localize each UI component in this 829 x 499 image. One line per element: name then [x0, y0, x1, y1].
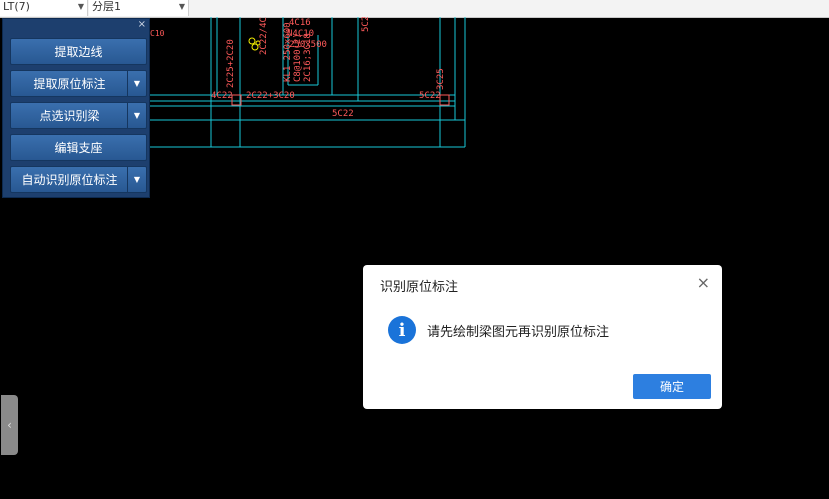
cad-label: 2C16;3C18	[303, 33, 313, 82]
cad-label: 2C25+2C20	[226, 39, 236, 88]
cad-label: 4C22	[211, 91, 233, 101]
collapse-sidebar-button[interactable]: ‹	[1, 395, 18, 455]
extract-edge-button[interactable]: 提取边线	[10, 38, 147, 65]
cad-label: 2C22/4C25	[259, 17, 269, 55]
chevron-down-icon: ▼	[178, 2, 185, 11]
sublayer-select[interactable]: 分层1 ▼	[89, 0, 189, 16]
chevron-down-icon: ▼	[77, 2, 84, 11]
layer-select-value: LT(7)	[3, 0, 30, 13]
button-label: 自动识别原位标注	[21, 173, 118, 187]
auto-recognize-annotation-button[interactable]: 自动识别原位标注 ▼	[10, 166, 147, 193]
cad-label: C10	[150, 29, 165, 38]
extract-annotation-button[interactable]: 提取原位标注 ▼	[10, 70, 147, 97]
ok-button-label: 确定	[659, 380, 684, 394]
top-toolbar: LT(7) ▼ 分层1 ▼	[0, 0, 829, 18]
layer-select[interactable]: LT(7) ▼	[0, 0, 88, 16]
dialog-message: 请先绘制梁图元再识别原位标注	[427, 325, 610, 340]
annotation-texts: 4C16 N4C10 250x500 C10 2C22/4C25 2C25+2C…	[150, 17, 446, 119]
message-dialog: 识别原位标注 × i 请先绘制梁图元再识别原位标注 确定	[363, 265, 722, 409]
button-label: 提取边线	[54, 45, 103, 59]
close-icon[interactable]: ×	[697, 274, 710, 292]
cad-label: 5C22	[419, 91, 441, 101]
chevron-down-icon[interactable]: ▼	[127, 167, 146, 192]
button-label: 编辑支座	[54, 141, 103, 155]
cad-label: KL1 250x600	[283, 22, 293, 82]
dialog-title: 识别原位标注	[380, 280, 459, 295]
sublayer-select-value: 分层1	[92, 0, 121, 13]
cad-label: 3C25	[436, 68, 446, 90]
button-label: 提取原位标注	[33, 77, 106, 91]
chevron-left-icon: ‹	[7, 418, 12, 432]
cad-label: 5C22	[332, 109, 354, 119]
cad-label: 5C2	[361, 17, 371, 32]
cad-label: 2C22+3C20	[246, 91, 295, 101]
info-glyph: i	[398, 319, 406, 341]
ok-button[interactable]: 确定	[633, 374, 711, 399]
edit-support-button[interactable]: 编辑支座	[10, 134, 147, 161]
cad-label: C8@100(2)	[293, 33, 303, 82]
close-icon[interactable]: ×	[138, 20, 146, 30]
beam-recognition-panel: × 提取边线 提取原位标注 ▼ 点选识别梁 ▼ 编辑支座 自动识别原位标注 ▼	[2, 18, 150, 198]
info-icon: i	[388, 316, 416, 344]
button-label: 点选识别梁	[39, 109, 100, 123]
chevron-down-icon[interactable]: ▼	[127, 103, 146, 128]
pick-beam-button[interactable]: 点选识别梁 ▼	[10, 102, 147, 129]
chevron-down-icon[interactable]: ▼	[127, 71, 146, 96]
